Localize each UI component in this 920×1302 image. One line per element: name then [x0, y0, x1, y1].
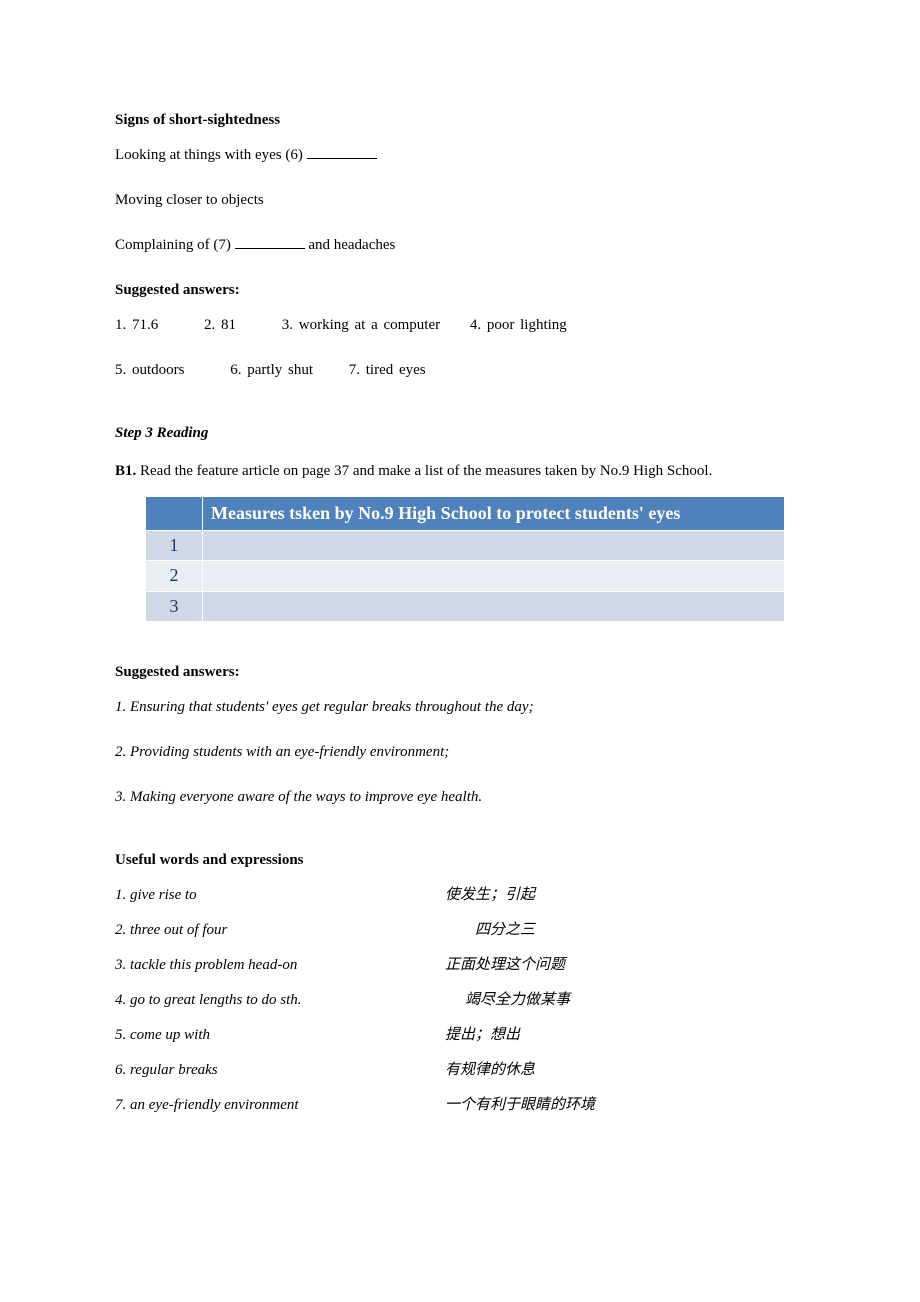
table-header-empty [146, 497, 203, 531]
document-page: Signs of short-sightedness Looking at th… [0, 0, 920, 1302]
vocab-cn: 使发生；引起 [445, 885, 535, 906]
vocab-row: 6. regular breaks 有规律的休息 [115, 1060, 805, 1081]
signs-line-2: Moving closer to objects [115, 190, 805, 211]
signs-heading: Signs of short-sightedness [115, 110, 805, 131]
answer-3: 3. working at a computer [282, 317, 440, 333]
vocab-cn: 一个有利于眼睛的环境 [445, 1095, 595, 1116]
answer-7: 7. tired eyes [349, 362, 426, 378]
row-value[interactable] [203, 561, 785, 591]
vocab-cn: 有规律的休息 [445, 1060, 535, 1081]
suggested-answer-item-1: 1. Ensuring that students' eyes get regu… [115, 697, 805, 718]
b1-label: B1. [115, 463, 136, 479]
vocab-cn: 提出；想出 [445, 1025, 520, 1046]
answer-1: 1. 71.6 [115, 317, 158, 333]
blank-6[interactable] [307, 158, 377, 159]
vocab-en: 4. go to great lengths to do sth. [115, 990, 465, 1011]
vocab-row: 3. tackle this problem head-on 正面处理这个问题 [115, 955, 805, 976]
answer-4: 4. poor lighting [470, 317, 567, 333]
vocab-en: 6. regular breaks [115, 1060, 445, 1081]
vocab-row: 4. go to great lengths to do sth. 竭尽全力做某… [115, 990, 805, 1011]
row-number: 2 [146, 561, 203, 591]
b1-instruction: B1. Read the feature article on page 37 … [115, 456, 805, 486]
blank-7[interactable] [235, 248, 305, 249]
signs-line-1-pre: Looking at things with eyes (6) [115, 147, 307, 163]
suggested-answer-item-3: 3. Making everyone aware of the ways to … [115, 787, 805, 808]
answer-6: 6. partly shut [230, 362, 313, 378]
vocab-cn: 四分之三 [475, 920, 535, 941]
signs-line-3: Complaining of (7) and headaches [115, 235, 805, 256]
row-number: 3 [146, 591, 203, 621]
vocab-row: 5. come up with 提出；想出 [115, 1025, 805, 1046]
b1-text: Read the feature article on page 37 and … [136, 463, 712, 479]
vocab-row: 1. give rise to 使发生；引起 [115, 885, 805, 906]
vocab-en: 3. tackle this problem head-on [115, 955, 445, 976]
row-value[interactable] [203, 591, 785, 621]
signs-line-3-post: and headaches [305, 237, 396, 253]
signs-line-1: Looking at things with eyes (6) [115, 145, 805, 166]
measures-table: Measures tsken by No.9 High School to pr… [145, 496, 785, 622]
vocab-cn: 正面处理这个问题 [445, 955, 565, 976]
table-header: Measures tsken by No.9 High School to pr… [203, 497, 785, 531]
suggested-answers-1-row1: 1. 71.6 2. 81 3. working at a computer 4… [115, 315, 805, 336]
vocab-list: 1. give rise to 使发生；引起 2. three out of f… [115, 885, 805, 1116]
suggested-answers-2-heading: Suggested answers: [115, 662, 805, 683]
useful-heading: Useful words and expressions [115, 850, 805, 871]
suggested-answers-1-heading: Suggested answers: [115, 280, 805, 301]
vocab-en: 5. come up with [115, 1025, 445, 1046]
measures-table-wrap: Measures tsken by No.9 High School to pr… [145, 496, 785, 622]
table-header-row: Measures tsken by No.9 High School to pr… [146, 497, 785, 531]
vocab-en: 1. give rise to [115, 885, 445, 906]
vocab-row: 2. three out of four 四分之三 [115, 920, 805, 941]
suggested-answer-item-2: 2. Providing students with an eye-friend… [115, 742, 805, 763]
vocab-en: 2. three out of four [115, 920, 475, 941]
row-number: 1 [146, 531, 203, 561]
signs-line-3-pre: Complaining of (7) [115, 237, 235, 253]
vocab-en: 7. an eye-friendly environment [115, 1095, 445, 1116]
row-value[interactable] [203, 531, 785, 561]
table-row: 1 [146, 531, 785, 561]
answer-2: 2. 81 [204, 317, 236, 333]
table-row: 3 [146, 591, 785, 621]
vocab-cn: 竭尽全力做某事 [465, 990, 570, 1011]
answer-5: 5. outdoors [115, 362, 185, 378]
table-row: 2 [146, 561, 785, 591]
step-3-heading: Step 3 Reading [115, 423, 805, 444]
suggested-answers-1-row2: 5. outdoors 6. partly shut 7. tired eyes [115, 360, 805, 381]
vocab-row: 7. an eye-friendly environment 一个有利于眼睛的环… [115, 1095, 805, 1116]
